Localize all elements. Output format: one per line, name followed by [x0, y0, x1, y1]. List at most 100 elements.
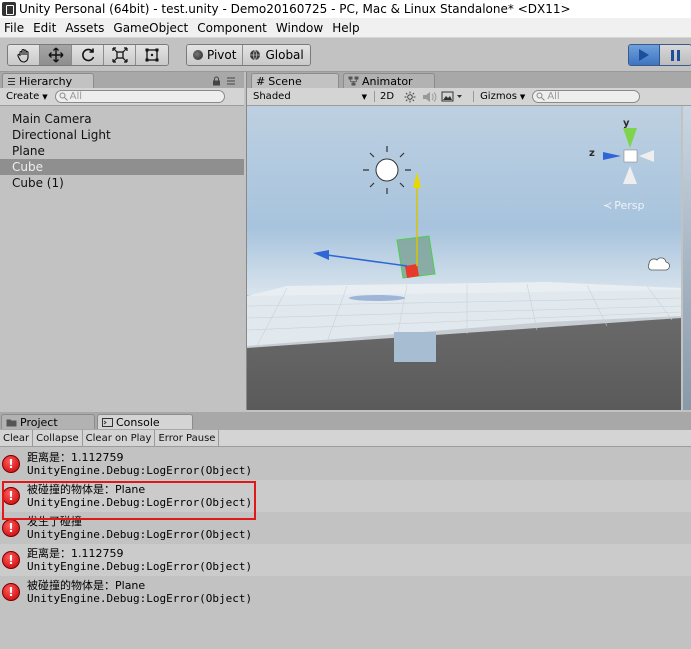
mode-2d-button[interactable]: 2D — [374, 91, 399, 102]
console-log-list: ! 距离是：1.112759 UnityEngine.Debug:LogErro… — [0, 448, 691, 608]
log-stack: UnityEngine.Debug:LogError(Object) — [27, 464, 253, 477]
scene-panel: # Scene Animator Shaded ▼ 2D Gizmos ▼ Al… — [246, 72, 691, 410]
scene-search-placeholder: All — [547, 91, 560, 102]
error-pause-button[interactable]: Error Pause — [155, 430, 220, 446]
hierarchy-panel: Hierarchy Create ▼ All Main Camera Direc… — [0, 72, 244, 410]
lighting-toggle-icon[interactable] — [403, 91, 417, 103]
transform-tools — [7, 44, 169, 66]
pause-icon — [671, 49, 680, 61]
scene-grid-icon: # — [256, 74, 266, 88]
tab-scene-label: Scene — [268, 74, 302, 88]
search-icon — [59, 92, 68, 101]
move-z-handle[interactable] — [313, 250, 329, 260]
tab-project-label: Project — [20, 415, 58, 429]
play-icon — [639, 49, 649, 61]
log-entry[interactable]: ! 被碰撞的物体是：Plane UnityEngine.Debug:LogErr… — [0, 576, 691, 608]
hierarchy-search-input[interactable]: All — [54, 90, 225, 103]
bottom-tabstrip: Project Console — [0, 412, 691, 430]
hand-tool-button[interactable] — [8, 45, 40, 65]
log-entry[interactable]: ! 距离是：1.112759 UnityEngine.Debug:LogErro… — [0, 544, 691, 576]
console-icon — [102, 417, 113, 427]
shading-label: Shaded — [253, 91, 291, 102]
log-stack: UnityEngine.Debug:LogError(Object) — [27, 560, 253, 573]
chevron-left-icon: ≺ — [603, 199, 613, 212]
tab-animator[interactable]: Animator — [343, 73, 435, 88]
tab-scene[interactable]: # Scene — [251, 73, 339, 88]
error-icon: ! — [2, 519, 20, 537]
game-view-edge — [683, 106, 691, 410]
menu-file[interactable]: File — [0, 21, 29, 35]
mode-2d-label: 2D — [380, 91, 395, 102]
hierarchy-item-directional-light[interactable]: Directional Light — [0, 127, 244, 143]
create-dropdown[interactable]: Create ▼ — [3, 91, 51, 102]
menu-component[interactable]: Component — [193, 21, 272, 35]
tab-console[interactable]: Console — [97, 414, 193, 429]
persp-toggle[interactable]: ≺ Persp — [603, 199, 644, 212]
tab-hierarchy-label: Hierarchy — [19, 74, 73, 88]
global-label: Global — [265, 48, 304, 62]
gizmos-label: Gizmos — [480, 91, 517, 102]
scene-search-input[interactable]: All — [532, 90, 641, 103]
chevron-down-icon: ▼ — [361, 92, 367, 101]
log-entry[interactable]: ! 距离是：1.112759 UnityEngine.Debug:LogErro… — [0, 448, 691, 480]
console-panel: Project Console Clear Collapse Clear on … — [0, 412, 691, 649]
hierarchy-list: Main Camera Directional Light Plane Cube… — [0, 106, 244, 191]
clear-on-play-button[interactable]: Clear on Play — [83, 430, 156, 446]
lock-icon[interactable] — [212, 76, 221, 86]
directional-light-icon — [363, 146, 411, 194]
audio-toggle-icon[interactable] — [421, 91, 437, 103]
scene-render — [247, 128, 681, 362]
log-message: 距离是：1.112759 — [27, 547, 124, 560]
animator-icon — [348, 76, 359, 86]
effects-dropdown-icon[interactable] — [441, 91, 463, 103]
play-button[interactable] — [629, 45, 660, 65]
move-y-handle[interactable] — [413, 172, 421, 188]
search-icon — [536, 92, 546, 101]
menu-assets[interactable]: Assets — [61, 21, 109, 35]
tab-project[interactable]: Project — [1, 414, 95, 429]
list-icon — [8, 77, 15, 85]
hierarchy-item-cube-1[interactable]: Cube (1) — [0, 175, 244, 191]
cloud-icon — [647, 257, 670, 271]
shading-dropdown[interactable]: Shaded ▼ — [250, 91, 370, 102]
menu-bar: File Edit Assets GameObject Component Wi… — [0, 18, 691, 38]
pause-button[interactable] — [660, 45, 691, 65]
hierarchy-item-plane[interactable]: Plane — [0, 143, 244, 159]
hierarchy-toolbar: Create ▼ All — [0, 88, 244, 106]
global-button[interactable]: Global — [243, 45, 310, 65]
folder-icon — [6, 419, 17, 426]
move-icon — [48, 47, 63, 63]
rotate-icon — [81, 48, 94, 62]
console-toolbar: Clear Collapse Clear on Play Error Pause — [0, 430, 691, 447]
tab-animator-label: Animator — [362, 74, 413, 88]
menu-edit[interactable]: Edit — [29, 21, 61, 35]
rect-tool-button[interactable] — [136, 45, 168, 65]
axis-y-label: y — [623, 118, 630, 129]
rotate-tool-button[interactable] — [72, 45, 104, 65]
menu-gameobject[interactable]: GameObject — [109, 21, 193, 35]
scene-tabstrip: # Scene Animator — [247, 72, 691, 88]
hand-icon — [16, 48, 29, 63]
pivot-button[interactable]: Pivot — [187, 45, 244, 65]
panel-menu-icon[interactable] — [226, 76, 236, 85]
hierarchy-item-main-camera[interactable]: Main Camera — [0, 111, 244, 127]
collapse-button[interactable]: Collapse — [33, 430, 83, 446]
tab-hierarchy[interactable]: Hierarchy — [2, 73, 94, 88]
move-tool-button[interactable] — [40, 45, 72, 65]
clear-button[interactable]: Clear — [0, 430, 34, 446]
pivot-icon — [193, 50, 203, 60]
orientation-gizmo[interactable] — [603, 128, 654, 184]
log-message: 距离是：1.112759 — [27, 451, 124, 464]
menu-help[interactable]: Help — [328, 21, 364, 35]
gizmos-dropdown[interactable]: Gizmos ▼ — [473, 91, 528, 102]
title-bar: Unity Personal (64bit) - test.unity - De… — [0, 0, 691, 18]
menu-window[interactable]: Window — [272, 21, 328, 35]
play-controls — [628, 44, 691, 66]
scene-viewport[interactable]: y z ≺ Persp — [247, 106, 681, 410]
scale-icon — [111, 47, 128, 63]
hierarchy-item-cube[interactable]: Cube — [0, 159, 244, 175]
error-icon: ! — [2, 551, 20, 569]
main-toolbar: Pivot Global — [0, 38, 691, 72]
scale-tool-button[interactable] — [104, 45, 136, 65]
log-message: 被碰撞的物体是：Plane — [27, 579, 146, 592]
